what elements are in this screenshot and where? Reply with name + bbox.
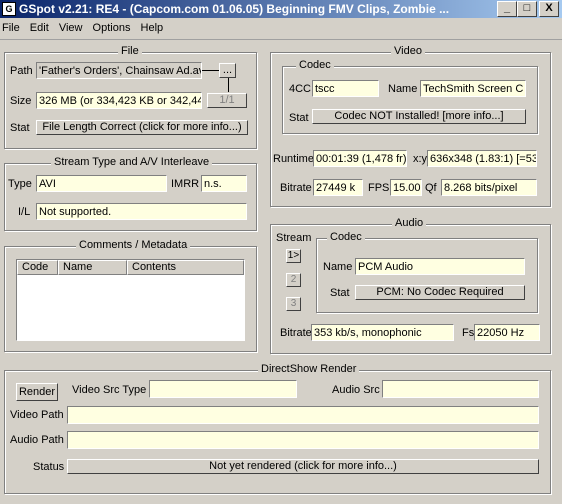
video-legend: Video	[391, 45, 425, 57]
runtime-label: Runtime	[273, 153, 314, 165]
video-bitrate-field: 27449 k	[313, 179, 363, 196]
video-name-field: TechSmith Screen C	[420, 80, 526, 97]
menu-bar: File Edit View Options Help	[0, 19, 562, 40]
audio-codec-group	[316, 238, 538, 313]
render-status-button[interactable]: Not yet rendered (click for more info...…	[67, 459, 539, 474]
menu-help[interactable]: Help	[141, 19, 169, 34]
qf-field: 8.268 bits/pixel	[441, 179, 537, 196]
column-header-code[interactable]: Code	[17, 260, 58, 275]
audio-codec-legend: Codec	[327, 231, 365, 243]
runtime-field: 00:01:39 (1,478 fr)	[313, 150, 407, 167]
render-button[interactable]: Render	[16, 383, 58, 401]
audio-name-field: PCM Audio	[355, 258, 525, 275]
file-stat-button[interactable]: File Length Correct (click for more info…	[36, 120, 248, 135]
audio-name-label: Name	[323, 261, 353, 273]
fps-field: 15.00	[390, 179, 422, 196]
il-field: Not supported.	[36, 203, 247, 220]
size-field: 326 MB (or 334,423 KB or 342,44	[36, 92, 202, 109]
video-name-label: Name	[388, 83, 418, 95]
audio-stream-2-button[interactable]: 2	[286, 273, 301, 287]
fps-label: FPS	[368, 182, 390, 194]
fs-field: 22050 Hz	[474, 324, 540, 341]
video-path-field	[67, 406, 539, 424]
comments-legend: Comments / Metadata	[76, 239, 191, 251]
type-label: Type	[8, 178, 32, 190]
video-stat-label: Stat	[289, 112, 309, 124]
path-connector	[202, 70, 219, 71]
menu-view[interactable]: View	[59, 19, 88, 34]
menu-edit[interactable]: Edit	[30, 19, 54, 34]
stream-type-group	[4, 163, 257, 231]
qf-label: Qf	[425, 182, 437, 194]
stat-label: Stat	[10, 122, 30, 134]
menu-file[interactable]: File	[2, 19, 25, 34]
directshow-render-legend: DirectShow Render	[258, 363, 360, 375]
type-field: AVI	[36, 175, 167, 192]
audio-bitrate-field: 353 kb/s, monophonic	[311, 324, 454, 341]
video-bitrate-label: Bitrate	[280, 182, 312, 194]
browse-button[interactable]: ...	[219, 63, 236, 78]
audio-stream-1-button[interactable]: 1>	[286, 249, 301, 263]
maximize-button[interactable]: □	[517, 1, 537, 17]
menu-options[interactable]: Options	[93, 19, 136, 34]
fs-label: Fs	[462, 327, 475, 339]
audio-path-label: Audio Path	[10, 434, 64, 446]
il-label: I/L	[18, 206, 31, 218]
audio-stat-label: Stat	[330, 287, 350, 299]
fourcc-field: tscc	[312, 80, 379, 97]
audio-src-label: Audio Src	[332, 384, 380, 396]
video-src-type-label: Video Src Type	[72, 384, 147, 396]
xy-label: x:y	[413, 153, 428, 165]
app-icon[interactable]: G	[2, 2, 16, 16]
audio-codec-stat-button[interactable]: PCM: No Codec Required	[355, 285, 525, 300]
video-codec-stat-button[interactable]: Codec NOT Installed! [more info...]	[312, 109, 526, 124]
xy-field: 636x348 (1.83:1) [=53	[427, 150, 537, 167]
window-title: GSpot v2.21: RE4 - (Capcom.com 01.06.05)…	[19, 2, 450, 16]
minimize-button[interactable]: _	[497, 1, 517, 17]
video-codec-legend: Codec	[296, 59, 334, 71]
column-header-name[interactable]: Name	[58, 260, 127, 275]
size-label: Size	[10, 95, 32, 107]
stream-type-legend: Stream Type and A/V Interleave	[51, 156, 213, 168]
video-path-label: Video Path	[10, 409, 64, 421]
audio-legend: Audio	[392, 217, 427, 229]
audio-stream-3-button[interactable]: 3	[286, 297, 301, 311]
imrr-label: IMRR	[171, 178, 200, 190]
video-src-type-field	[149, 380, 297, 398]
column-header-contents[interactable]: Contents	[127, 260, 244, 275]
audio-src-field	[382, 380, 539, 398]
fourcc-label: 4CC	[289, 83, 312, 95]
file-legend: File	[118, 45, 142, 57]
audio-stream-label: Stream	[276, 232, 312, 244]
imrr-field: n.s.	[201, 175, 247, 192]
path-connector-vertical	[228, 78, 229, 92]
audio-bitrate-label: Bitrate	[280, 327, 312, 339]
size-ratio-button[interactable]: 1/1	[207, 93, 247, 108]
audio-path-field	[67, 431, 539, 449]
render-status-label: Status	[33, 461, 65, 473]
comments-list[interactable]: Code Name Contents	[16, 259, 245, 341]
close-button[interactable]: X	[539, 1, 559, 17]
path-field[interactable]: 'Father's Orders', Chainsaw Ad.avi	[36, 62, 202, 79]
path-label: Path	[10, 65, 33, 77]
